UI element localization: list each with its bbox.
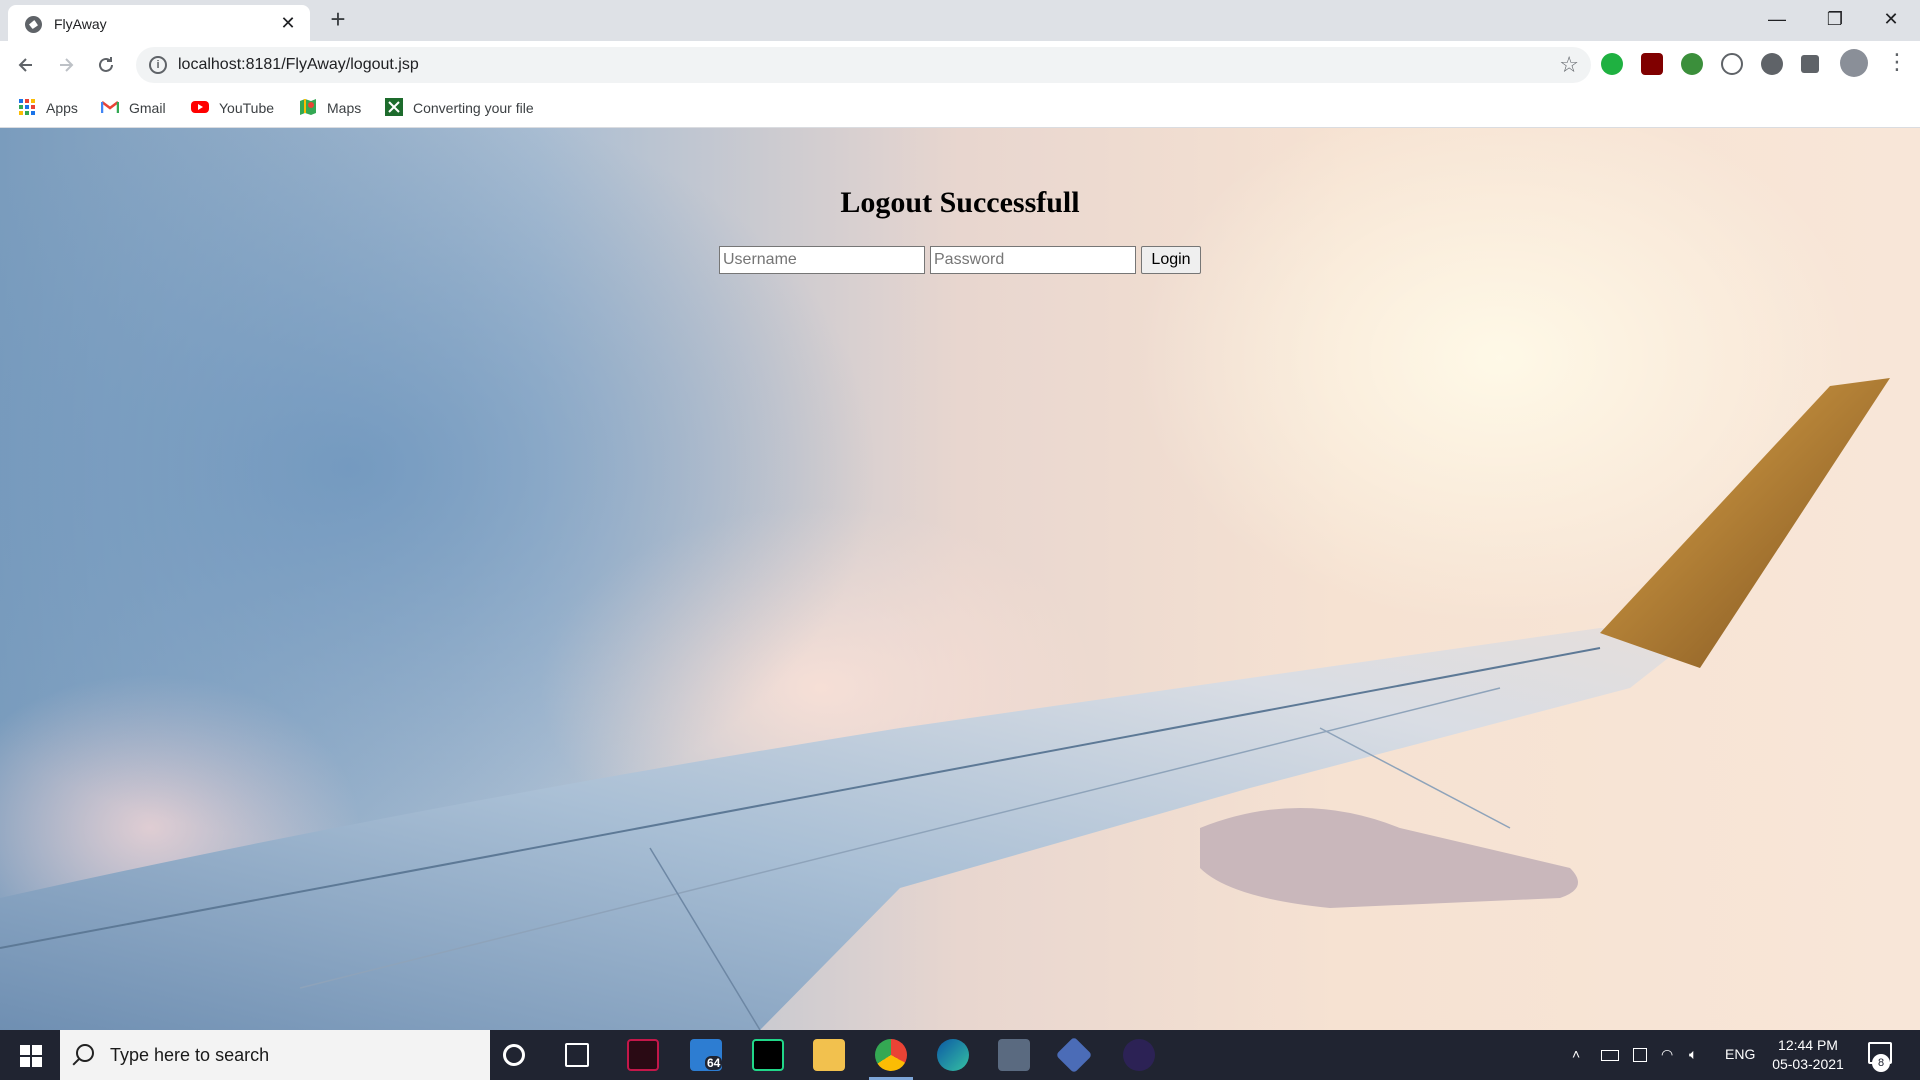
windows-taskbar: Type here to search 64 ˄ ◠ 🔈︎ ENG 12:44 … — [0, 1030, 1920, 1080]
url-text[interactable]: localhost:8181/FlyAway/logout.jsp — [178, 56, 419, 74]
git-icon[interactable] — [1055, 1036, 1093, 1074]
password-input[interactable] — [930, 246, 1136, 274]
reload-icon — [99, 57, 113, 72]
search-placeholder: Type here to search — [110, 1045, 270, 1065]
extension-green-icon[interactable] — [1601, 53, 1623, 75]
app-v-icon[interactable] — [627, 1039, 659, 1071]
converter-icon — [385, 98, 403, 116]
minimize-button[interactable]: — — [1748, 0, 1806, 41]
device-icon[interactable] — [1633, 1048, 1647, 1062]
username-input[interactable] — [719, 246, 925, 274]
reload-button[interactable] — [92, 51, 120, 79]
start-button[interactable] — [0, 1030, 60, 1080]
store-icon[interactable] — [998, 1039, 1030, 1071]
bookmark-converter[interactable]: Converting your file — [385, 98, 534, 118]
taskbar-search[interactable]: Type here to search — [60, 1030, 490, 1080]
chevron-up-icon[interactable]: ˄ — [1572, 1046, 1580, 1062]
notification-count-badge: 8 — [1872, 1054, 1890, 1072]
bookmark-label: YouTube — [219, 100, 275, 116]
extension-cloud-icon[interactable] — [1721, 53, 1743, 75]
back-button[interactable] — [12, 51, 40, 79]
pycharm-icon[interactable] — [752, 1039, 784, 1071]
bookmark-label: Gmail — [129, 100, 166, 116]
ublock-icon[interactable] — [1641, 53, 1663, 75]
restore-button[interactable]: ❐ — [1806, 0, 1864, 41]
browser-tab[interactable]: FlyAway ✕ — [8, 5, 310, 41]
volume-icon[interactable]: 🔈︎ — [1689, 1046, 1697, 1063]
bookmark-star-icon[interactable]: ☆ — [1559, 52, 1579, 78]
bookmark-youtube[interactable]: YouTube — [191, 98, 274, 118]
forward-arrow-icon — [60, 58, 74, 72]
extensions-puzzle-icon[interactable] — [1801, 55, 1819, 73]
maps-icon — [300, 99, 316, 115]
extension-globe-icon[interactable] — [1681, 53, 1703, 75]
bookmarks-bar: Apps Gmail YouTube Maps Converting your … — [0, 88, 1920, 128]
clock-date: 05-03-2021 — [1772, 1056, 1844, 1072]
mail-count-badge: 64 — [705, 1056, 723, 1070]
browser-toolbar: i localhost:8181/FlyAway/logout.jsp ☆ ⋮ — [0, 41, 1920, 88]
clock-time: 12:44 PM — [1778, 1037, 1838, 1053]
search-icon — [76, 1044, 94, 1062]
site-info-icon[interactable]: i — [149, 56, 167, 74]
page-content: Logout Successfull Login — [0, 128, 1920, 1030]
youtube-icon — [191, 101, 209, 113]
bookmark-label: Maps — [327, 100, 362, 116]
login-button[interactable]: Login — [1141, 246, 1201, 274]
close-window-button[interactable]: ✕ — [1862, 0, 1920, 41]
clock[interactable]: 12:44 PM 05-03-2021 — [1760, 1036, 1856, 1074]
menu-kebab-icon[interactable]: ⋮ — [1886, 49, 1908, 75]
windows-logo-icon — [20, 1045, 30, 1055]
task-view-icon[interactable] — [565, 1043, 589, 1067]
bookmark-gmail[interactable]: Gmail — [101, 98, 166, 118]
bookmark-label: Converting your file — [413, 100, 534, 116]
tab-title: FlyAway — [54, 16, 107, 32]
wifi-icon[interactable]: ◠ — [1661, 1046, 1673, 1063]
battery-icon[interactable] — [1601, 1050, 1619, 1061]
bookmark-apps[interactable]: Apps — [18, 98, 78, 118]
bookmark-maps[interactable]: Maps — [299, 98, 361, 118]
profile-avatar[interactable] — [1840, 49, 1868, 77]
language-indicator[interactable]: ENG — [1725, 1046, 1755, 1062]
eclipse-icon[interactable] — [1123, 1039, 1155, 1071]
close-tab-icon[interactable]: ✕ — [278, 13, 298, 33]
forward-button[interactable] — [52, 51, 80, 79]
cortana-icon[interactable] — [503, 1044, 525, 1066]
bookmark-label: Apps — [46, 100, 78, 116]
address-bar[interactable]: i localhost:8181/FlyAway/logout.jsp ☆ — [136, 47, 1591, 83]
back-arrow-icon — [18, 58, 32, 72]
new-tab-button[interactable]: + — [326, 6, 350, 32]
chrome-icon[interactable] — [875, 1039, 907, 1071]
edge-icon[interactable] — [937, 1039, 969, 1071]
globe-icon — [25, 16, 42, 33]
file-explorer-icon[interactable] — [813, 1039, 845, 1071]
extension-circle-icon[interactable] — [1761, 53, 1783, 75]
tab-strip: FlyAway ✕ + — ❐ ✕ — [0, 0, 1920, 41]
page-title: Logout Successfull — [840, 186, 1080, 219]
gmail-icon — [101, 101, 119, 113]
apps-grid-icon — [19, 99, 35, 115]
